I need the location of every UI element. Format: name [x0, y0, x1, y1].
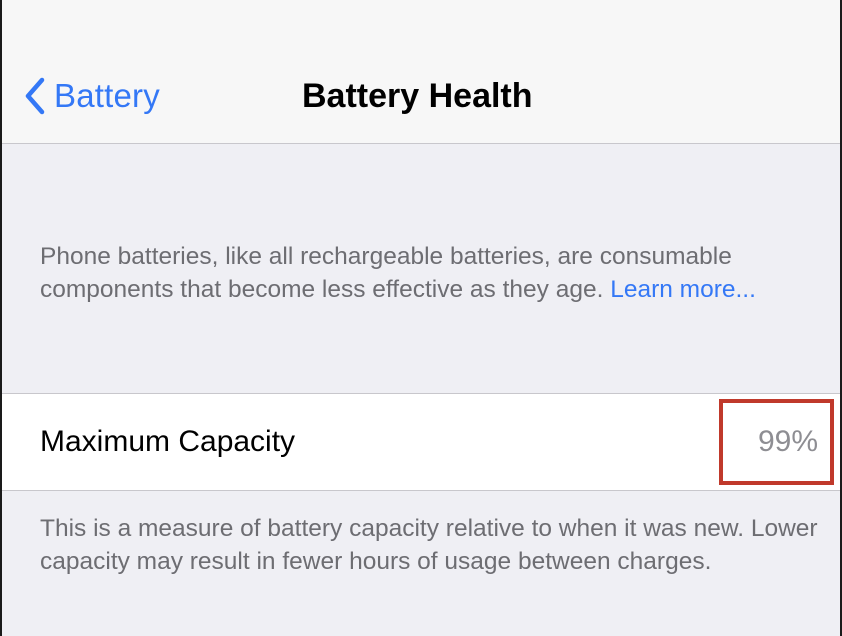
screen: Battery Battery Health Phone batteries, … — [0, 0, 842, 636]
back-button-label: Battery — [54, 77, 160, 114]
maximum-capacity-row: Maximum Capacity 99% — [2, 393, 840, 491]
page-title: Battery Health — [302, 77, 533, 115]
capacity-footnote: This is a measure of battery capacity re… — [40, 515, 818, 575]
intro-description: Phone batteries, like all rechargeable b… — [40, 240, 820, 306]
maximum-capacity-label: Maximum Capacity — [40, 425, 296, 458]
highlight-annotation-box — [719, 399, 834, 485]
back-button[interactable]: Battery — [24, 72, 160, 120]
navigation-bar: Battery Battery Health — [2, 0, 840, 144]
chevron-left-icon — [24, 77, 46, 115]
learn-more-link[interactable]: Learn more... — [610, 276, 756, 303]
